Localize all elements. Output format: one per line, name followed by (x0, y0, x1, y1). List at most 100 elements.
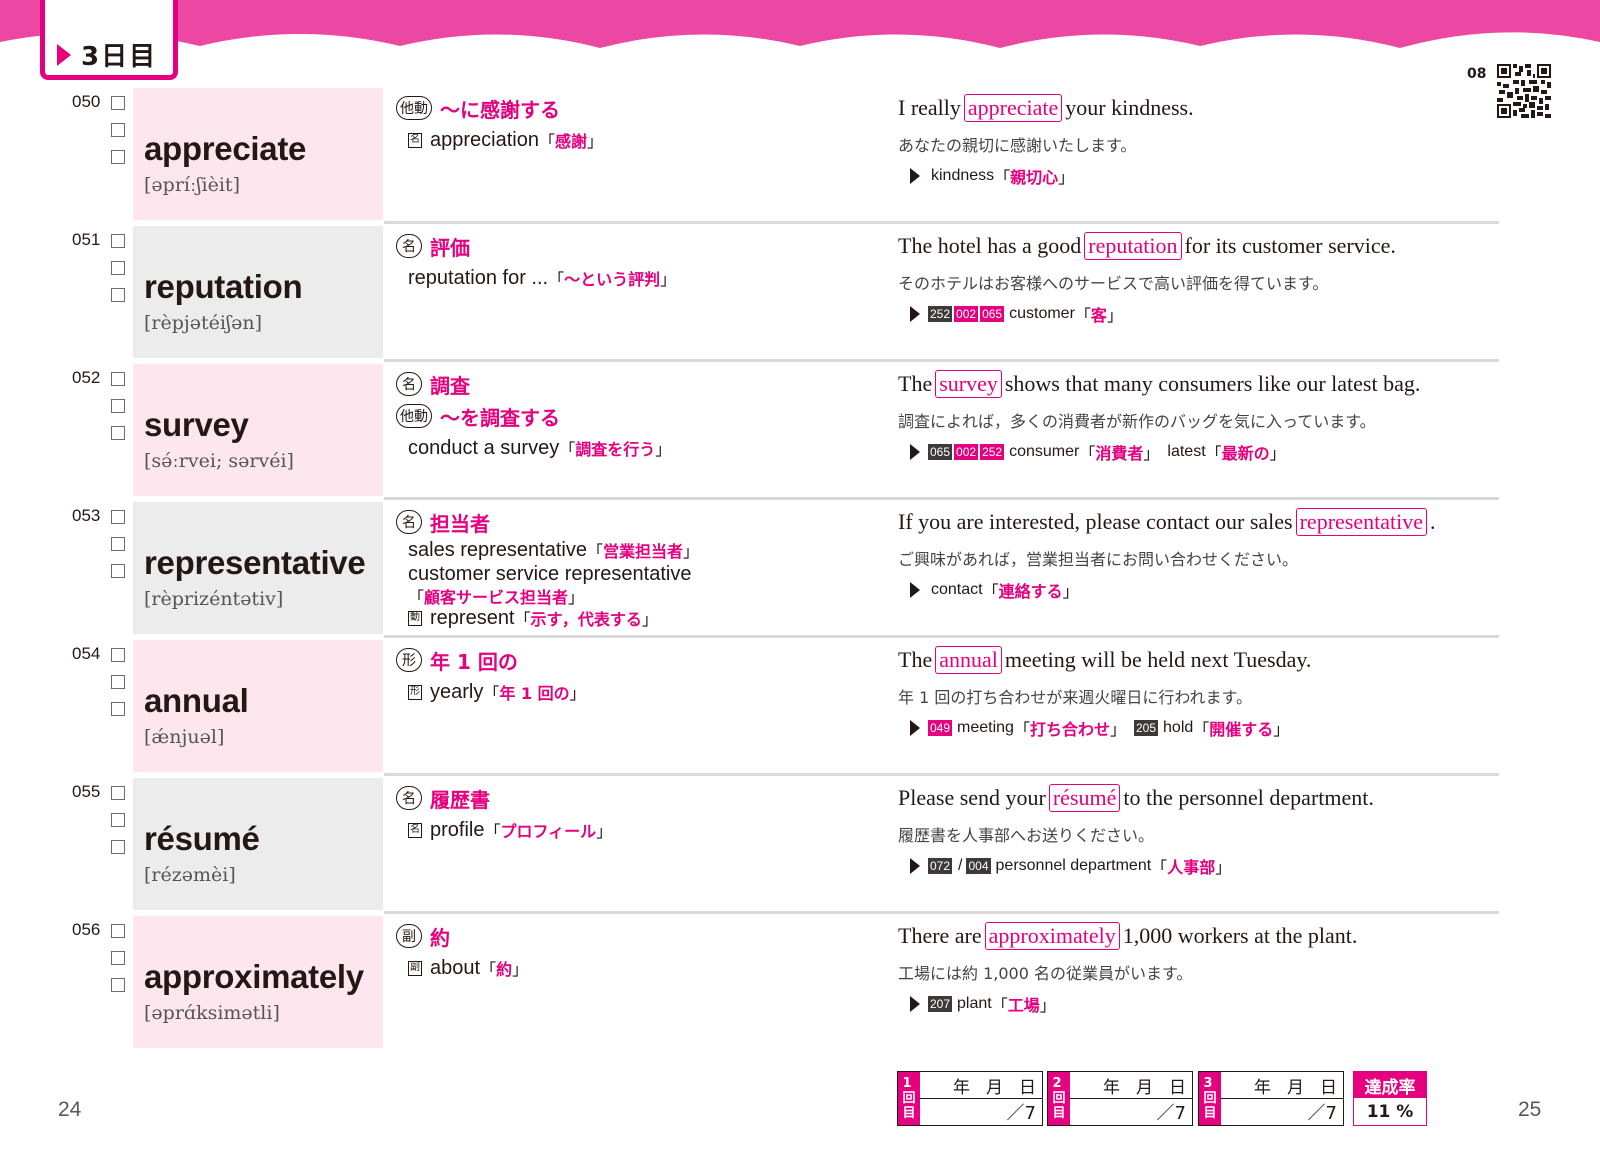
cross-ref-badge[interactable]: 049 (928, 720, 953, 736)
cross-ref-badge[interactable]: 252 (928, 306, 953, 322)
entry-number: 054 (72, 644, 101, 663)
example-block: If you are interested, please contact ou… (898, 504, 1498, 602)
key-word-highlight: approximately (984, 922, 1120, 950)
derivative-word: represent (430, 606, 515, 629)
example-block: Please send your résumé to the personnel… (898, 780, 1498, 878)
key-word-highlight: reputation (1084, 232, 1182, 260)
related-word: contact (931, 581, 983, 598)
checkbox[interactable] (111, 786, 125, 800)
definition-jp: 年 1 回の (430, 649, 518, 674)
entry-number: 050 (72, 92, 101, 111)
example-sentence: I really appreciate your kindness. (898, 94, 1194, 122)
checkbox[interactable] (111, 813, 125, 827)
key-word-highlight: appreciate (963, 94, 1063, 122)
cross-ref-badge[interactable]: 004 (966, 858, 991, 874)
related-words: contact 「連絡する」 (898, 578, 1498, 602)
cross-ref-badge[interactable]: 207 (928, 996, 953, 1012)
headword: representative (144, 544, 366, 581)
example-block: The hotel has a good reputation for its … (898, 228, 1498, 326)
definition-jp: ～を調査する (440, 405, 560, 430)
cross-ref-badge[interactable]: 065 (928, 444, 953, 460)
checkbox[interactable] (111, 123, 125, 137)
phrase: sales representative (408, 538, 587, 561)
definition-jp: 約 (430, 925, 450, 950)
phrase-line: reputation for ... 「～という評判」 (408, 266, 677, 290)
study-record-1[interactable]: 1回目 年月日 ／7 (897, 1071, 1043, 1126)
checkbox[interactable] (111, 978, 125, 992)
study-record-2[interactable]: 2回目 年月日 ／7 (1047, 1071, 1193, 1126)
synonym-pos-icon: 形 (408, 684, 422, 700)
vocab-entry: 055 résumé [rézəmèi] 名 履歴書 名 profile 「プロ… (0, 778, 1600, 916)
checkbox[interactable] (111, 426, 125, 440)
cross-ref-badge[interactable]: 065 (980, 306, 1005, 322)
divider (384, 497, 1499, 500)
vocab-entry: 053 representative [rèprizéntətiv] 名 担当者… (0, 502, 1600, 640)
synonym-line: 名 profile 「プロフィール」 (408, 818, 613, 841)
example-block: The annual meeting will be held next Tue… (898, 642, 1498, 740)
checkbox[interactable] (111, 234, 125, 248)
synonym-word: profile (430, 818, 485, 841)
key-word-highlight: résumé (1048, 784, 1121, 812)
entry-number: 052 (72, 368, 101, 387)
pronunciation: [əpríːʃièit] (144, 174, 240, 196)
checkbox[interactable] (111, 399, 125, 413)
pronunciation: [ǽnjuəl] (144, 726, 225, 748)
checkbox[interactable] (111, 675, 125, 689)
checkbox[interactable] (111, 924, 125, 938)
example-translation: 調査によれば，多くの消費者が新作のバッグを気に入っています。 (898, 412, 1376, 431)
cross-ref-badge[interactable]: 072 (928, 858, 953, 874)
cross-ref-badge[interactable]: 002 (954, 444, 979, 460)
checkbox[interactable] (111, 702, 125, 716)
study-record-3[interactable]: 3回目 年月日 ／7 (1198, 1071, 1344, 1126)
derivative-line: 名 appreciation 「感謝」 (408, 128, 604, 151)
checkbox[interactable] (111, 537, 125, 551)
checkbox[interactable] (111, 96, 125, 110)
synonym-word: yearly (430, 680, 484, 703)
related-words: kindness 「親切心」 (898, 164, 1498, 188)
derivative-jp: 示す，代表する (530, 610, 642, 629)
phrase-jp: 顧客サービス担当者 (424, 588, 569, 607)
definition-line: 他動 ～に感謝する (396, 92, 856, 124)
example-sentence: There are approximately 1,000 workers at… (898, 922, 1358, 950)
phrase-jp: 調査を行う (575, 440, 656, 459)
checkbox[interactable] (111, 288, 125, 302)
phrase: reputation for ... (408, 266, 549, 289)
pronunciation: [əprɑ́ksimətli] (144, 1002, 280, 1024)
synonym-pos-icon: 名 (408, 822, 422, 838)
cross-ref-badge[interactable]: 002 (954, 306, 979, 322)
score-row: ／7 (1156, 1103, 1186, 1124)
checkbox[interactable] (111, 150, 125, 164)
synonym-line: 副 about 「約」 (408, 956, 529, 979)
checkbox[interactable] (111, 564, 125, 578)
phrase-line: conduct a survey 「調査を行う」 (408, 436, 672, 460)
divider (384, 911, 1499, 914)
checkbox[interactable] (111, 372, 125, 386)
part-of-speech-badge: 名 (396, 372, 422, 396)
checkbox[interactable] (111, 261, 125, 275)
pronunciation: [sə́ːrvei; sərvéi] (144, 450, 294, 472)
example-translation: そのホテルはお客様へのサービスで高い評価を得ています。 (898, 274, 1329, 293)
key-word-highlight: survey (935, 370, 1002, 398)
headword: appreciate (144, 130, 307, 167)
cross-ref-badge[interactable]: 205 (1134, 720, 1159, 736)
checkbox[interactable] (111, 510, 125, 524)
related-word: consumer (1009, 443, 1080, 460)
cross-ref-badge[interactable]: 252 (980, 444, 1005, 460)
related-word-jp: 消費者 (1095, 446, 1144, 463)
checkbox[interactable] (111, 648, 125, 662)
related-word-jp: 開催する (1209, 722, 1274, 739)
related-word-jp: 親切心 (1010, 170, 1059, 187)
synonym-line: 形 yearly 「年 1 回の」 (408, 680, 586, 703)
synonym-jp: 年 1 回の (499, 684, 570, 703)
page-number-right: 25 (1518, 1098, 1542, 1121)
example-sentence: The survey shows that many consumers lik… (898, 370, 1421, 398)
example-translation: 工場には約 1,000 名の従業員がいます。 (898, 964, 1193, 983)
vocab-entry: 054 annual [ǽnjuəl] 形 年 1 回の 形 yearly 「年… (0, 640, 1600, 778)
checkbox[interactable] (111, 840, 125, 854)
date-row: 年月日 (920, 1072, 1042, 1099)
related-word-jp: 工場 (1007, 998, 1040, 1015)
part-of-speech-badge: 名 (396, 234, 422, 258)
divider (384, 773, 1499, 776)
checkbox[interactable] (111, 951, 125, 965)
related-word: kindness (931, 167, 995, 184)
